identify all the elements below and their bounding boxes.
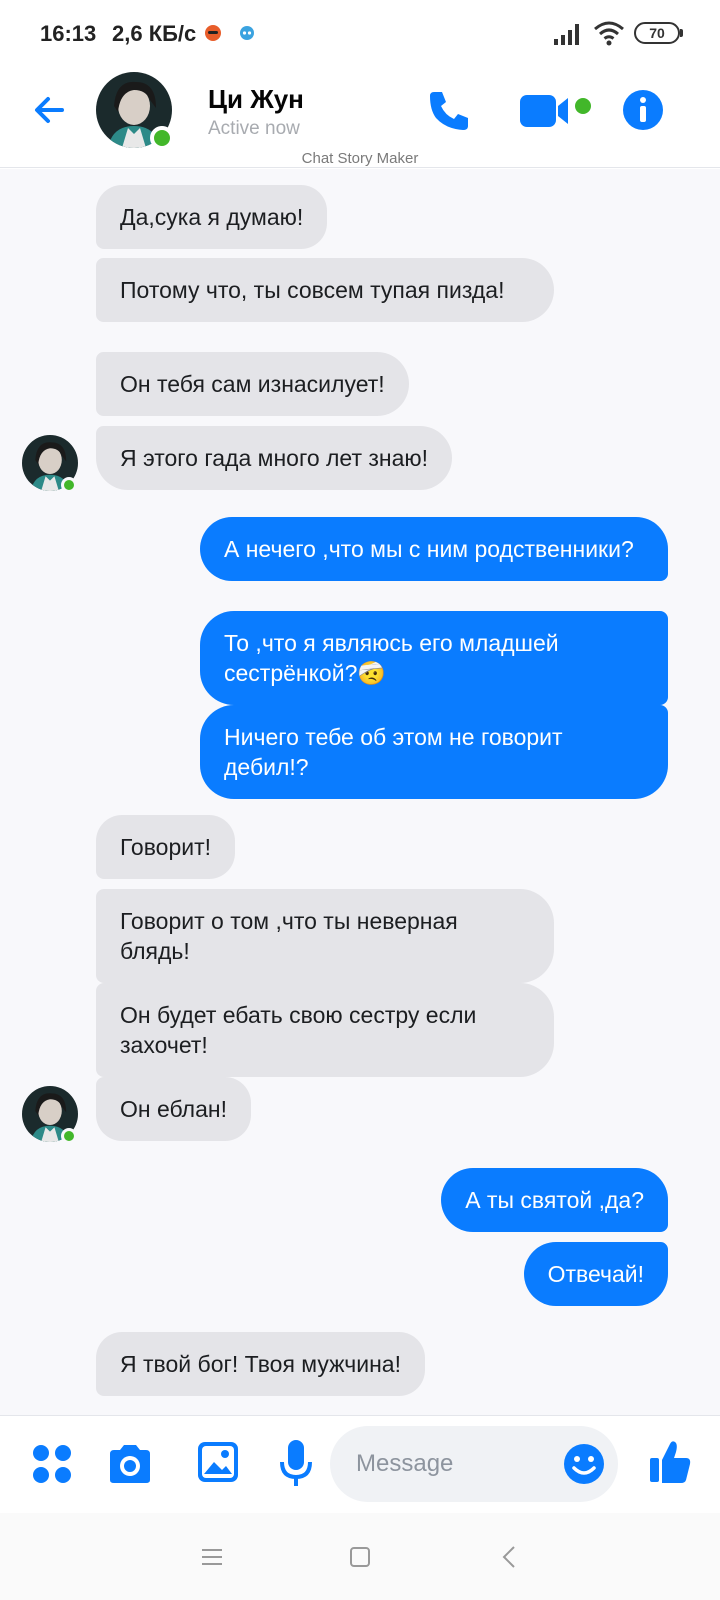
- camera-icon[interactable]: [106, 1442, 154, 1486]
- info-icon[interactable]: [620, 87, 666, 133]
- wifi-icon: [594, 21, 624, 46]
- contact-name[interactable]: Ци Жун: [208, 84, 304, 115]
- chat-header: Ци Жун Active now Chat Story Maker: [0, 70, 720, 168]
- signal-icon: [554, 24, 579, 45]
- battery-level: 70: [634, 22, 680, 44]
- watermark: Chat Story Maker: [301, 150, 419, 167]
- apps-grid-icon[interactable]: [30, 1442, 74, 1486]
- thumbs-up-icon[interactable]: [648, 1438, 692, 1486]
- emoji-icon[interactable]: [562, 1442, 606, 1486]
- nav-back-icon[interactable]: [502, 1545, 516, 1569]
- online-indicator: [61, 477, 77, 493]
- back-arrow-icon[interactable]: [28, 88, 72, 132]
- video-camera-icon[interactable]: [520, 92, 594, 130]
- message-list[interactable]: Да,сука я думаю! Потому что, ты совсем т…: [0, 169, 720, 1415]
- message-input[interactable]: Message: [330, 1426, 618, 1502]
- message-bubble-incoming[interactable]: Я твой бог! Твоя мужчина!: [96, 1332, 425, 1396]
- status-time: 16:13: [40, 21, 97, 46]
- message-input-placeholder: Message: [356, 1450, 454, 1477]
- status-network-speed: 2,6 КБ/с: [112, 21, 197, 46]
- microphone-icon[interactable]: [278, 1438, 314, 1488]
- message-bubble-incoming[interactable]: Он тебя сам изнасилует!: [96, 352, 409, 416]
- message-bubble-incoming[interactable]: Говорит!: [96, 815, 236, 879]
- message-bubble-outgoing[interactable]: А ты святой ,да?: [441, 1168, 668, 1232]
- message-composer: Message: [0, 1415, 720, 1513]
- system-navigation-bar: [0, 1513, 720, 1600]
- notification-app-icon: [205, 25, 221, 41]
- home-icon[interactable]: [350, 1547, 370, 1567]
- online-indicator: [61, 1128, 77, 1144]
- message-bubble-incoming[interactable]: Да,сука я думаю!: [96, 185, 328, 249]
- message-bubble-incoming[interactable]: Потому что, ты совсем тупая пизда!: [96, 258, 554, 322]
- message-bubble-incoming[interactable]: Он еблан!: [96, 1077, 251, 1141]
- message-bubble-incoming[interactable]: Говорит о том ,что ты неверная блядь!: [96, 889, 554, 983]
- battery-icon: 70: [634, 22, 684, 46]
- status-bar: 16:13 2,6 КБ/с 70: [0, 0, 720, 70]
- contact-status: Active now: [208, 118, 300, 139]
- message-bubble-incoming[interactable]: Он будет ебать свою сестру если захочет!: [96, 983, 554, 1077]
- message-bubble-outgoing[interactable]: А нечего ,что мы с ним родственники?: [200, 517, 668, 581]
- message-bubble-incoming[interactable]: Я этого гада много лет знаю!: [96, 426, 453, 490]
- message-bubble-outgoing[interactable]: То ,что я являюсь его младшей сестрёнкой…: [200, 611, 668, 705]
- message-bubble-outgoing[interactable]: Ничего тебе об этом не говорит дебил!?: [200, 705, 668, 799]
- gallery-icon[interactable]: [196, 1440, 240, 1484]
- online-indicator: [150, 126, 174, 150]
- recent-apps-icon[interactable]: [200, 1547, 224, 1567]
- message-bubble-outgoing[interactable]: Отвечай!: [523, 1242, 668, 1306]
- notification-app-icon: [240, 26, 254, 40]
- phone-icon[interactable]: [426, 88, 472, 134]
